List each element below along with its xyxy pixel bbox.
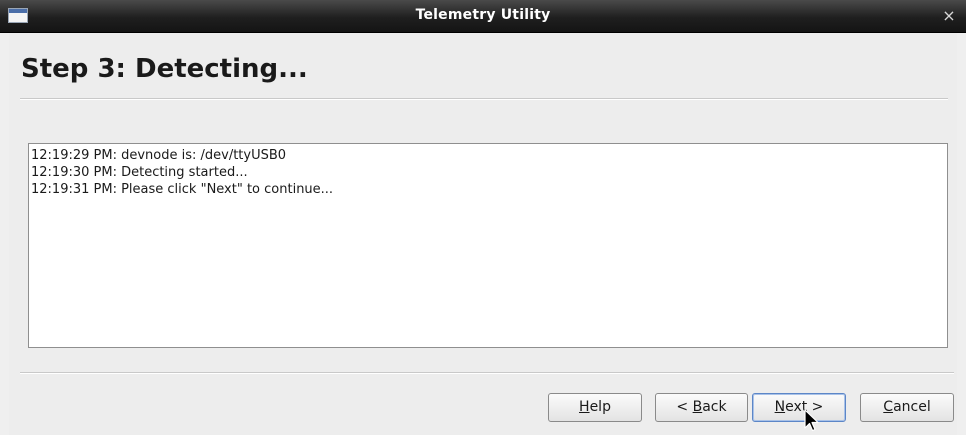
detection-log[interactable]: 12:19:29 PM: devnode is: /dev/ttyUSB0 12… xyxy=(28,143,948,348)
back-label-mnemonic: B xyxy=(692,399,703,415)
telemetry-utility-window: Telemetry Utility × Step 3: Detecting...… xyxy=(0,0,966,435)
window-title: Telemetry Utility xyxy=(415,7,551,23)
back-label-pre: < xyxy=(676,399,693,415)
help-label-post: elp xyxy=(589,399,611,415)
help-label-mnemonic: H xyxy=(579,399,590,415)
cancel-button[interactable]: Cancel xyxy=(860,393,954,422)
title-bar[interactable]: Telemetry Utility × xyxy=(0,0,966,33)
close-icon[interactable]: × xyxy=(940,7,958,25)
back-label-post: ack xyxy=(702,399,727,415)
next-label-mnemonic: N xyxy=(774,399,786,415)
log-line: 12:19:30 PM: Detecting started... xyxy=(31,165,248,180)
back-button[interactable]: < Back xyxy=(655,393,748,422)
mouse-pointer-icon xyxy=(804,409,819,432)
cancel-label-mnemonic: C xyxy=(883,399,894,415)
log-line: 12:19:29 PM: devnode is: /dev/ttyUSB0 xyxy=(31,148,287,163)
page-title: Step 3: Detecting... xyxy=(21,54,308,84)
help-button[interactable]: Help xyxy=(548,393,642,422)
header-divider xyxy=(20,98,948,100)
log-line: 12:19:31 PM: Please click "Next" to cont… xyxy=(31,182,334,197)
next-button[interactable]: Next > xyxy=(752,393,846,422)
footer-divider xyxy=(20,372,954,374)
cancel-label-post: ancel xyxy=(893,399,931,415)
